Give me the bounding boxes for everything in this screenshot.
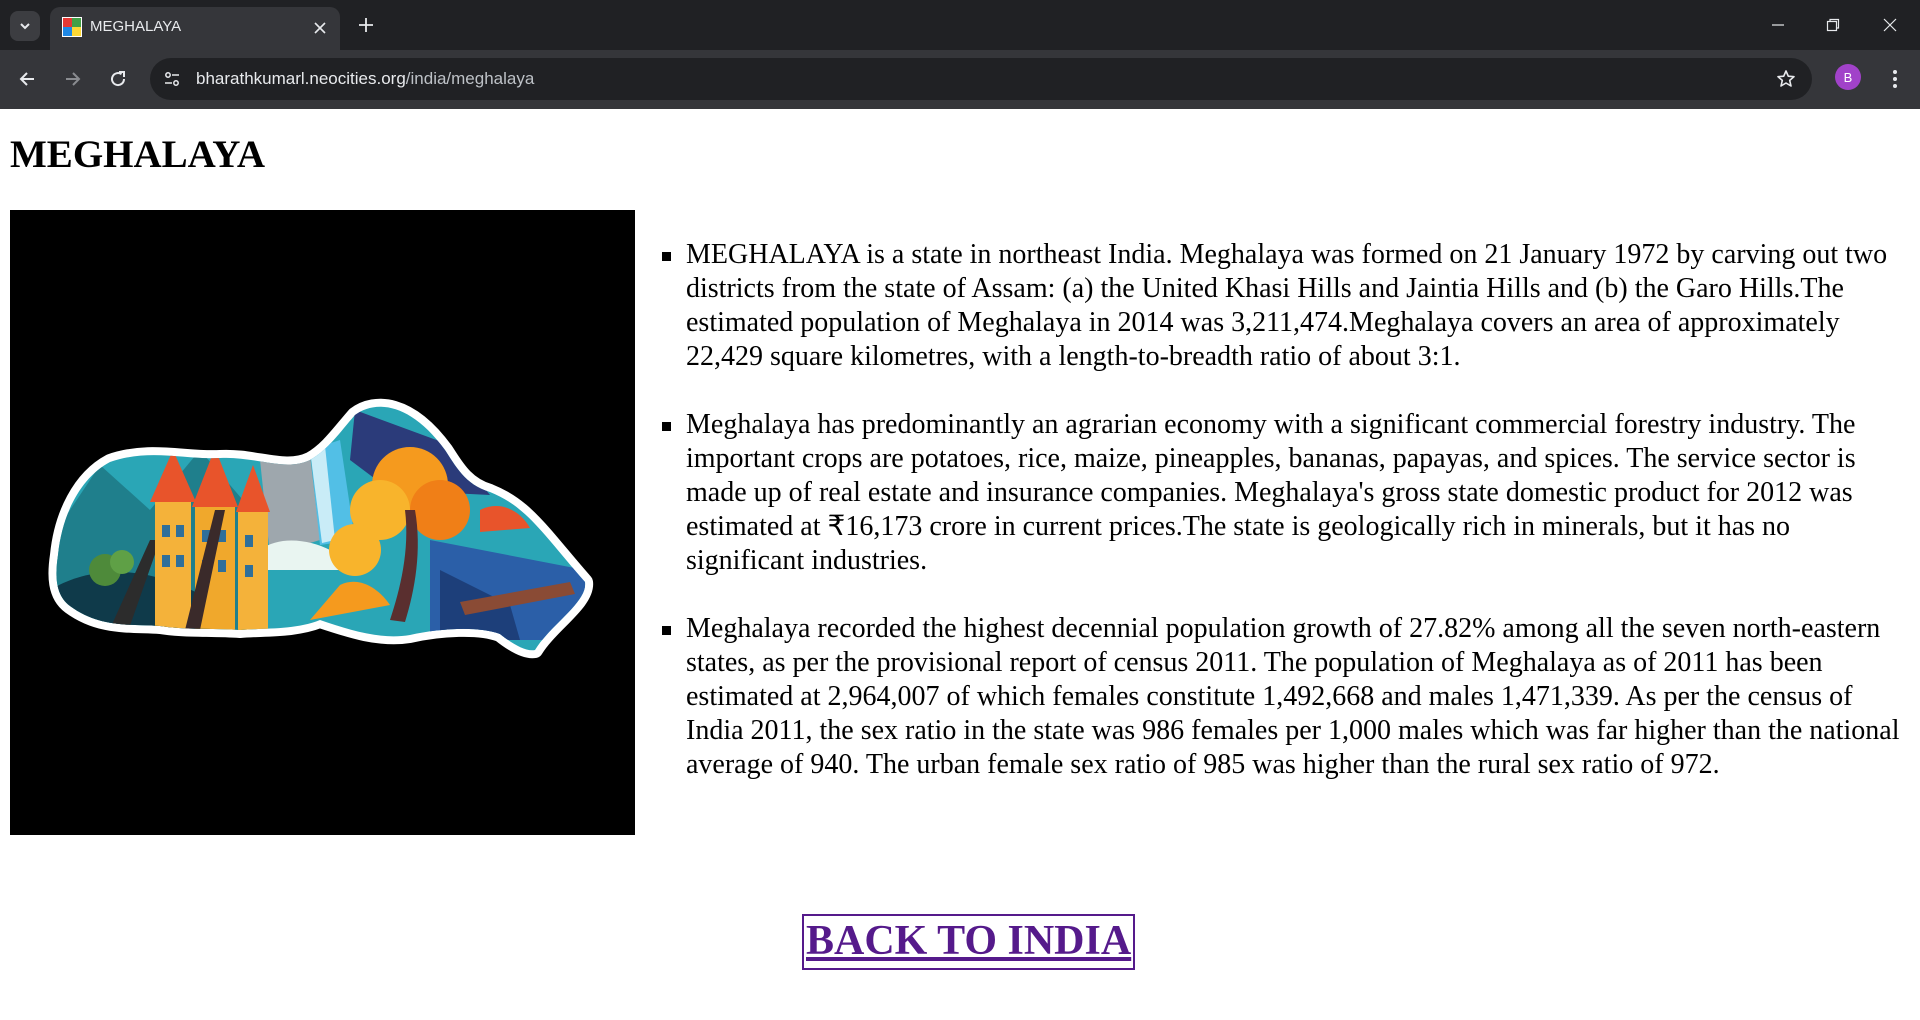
site-info-button[interactable] — [160, 67, 184, 91]
site-info-icon — [165, 72, 179, 86]
minimize-button[interactable] — [1760, 8, 1796, 42]
url-path: /india/meghalaya — [405, 69, 535, 88]
close-icon — [1883, 18, 1897, 32]
plus-icon — [359, 18, 373, 32]
profile-avatar[interactable]: B — [1835, 64, 1861, 90]
map-favicon-icon — [62, 17, 82, 37]
restore-icon — [1826, 18, 1840, 32]
list-item: MEGHALAYA is a state in northeast India.… — [662, 238, 1908, 374]
forward-button[interactable] — [56, 62, 90, 96]
tab-strip: MEGHALAYA — [0, 0, 1920, 50]
list-item: Meghalaya recorded the highest decennial… — [662, 612, 1908, 782]
new-tab-button[interactable] — [352, 11, 380, 39]
close-window-button[interactable] — [1872, 8, 1908, 42]
reload-button[interactable] — [101, 62, 135, 96]
kebab-menu-icon — [1893, 70, 1897, 88]
back-button[interactable] — [10, 62, 44, 96]
close-icon — [314, 22, 326, 34]
restore-button[interactable] — [1815, 8, 1851, 42]
address-bar[interactable]: bharathkumarl.neocities.org/india/meghal… — [150, 58, 1812, 100]
content-section: MEGHALAYA is a state in northeast India.… — [662, 238, 1908, 816]
chevron-down-icon — [20, 23, 30, 30]
tab-close-button[interactable] — [308, 16, 332, 40]
list-item: Meghalaya has predominantly an agrarian … — [662, 408, 1908, 578]
star-icon — [1777, 70, 1795, 87]
minimize-icon — [1772, 24, 1784, 26]
browser-tab[interactable]: MEGHALAYA — [50, 7, 340, 50]
back-arrow-icon — [19, 72, 34, 86]
browser-menu-button[interactable] — [1880, 62, 1910, 96]
url-text: bharathkumarl.neocities.org/india/meghal… — [196, 69, 534, 89]
browser-toolbar: bharathkumarl.neocities.org/india/meghal… — [0, 50, 1920, 109]
page-title: MEGHALAYA — [10, 133, 266, 176]
tab-title: MEGHALAYA — [90, 18, 182, 35]
url-host: bharathkumarl.neocities.org — [196, 69, 406, 88]
meghalaya-illustration — [48, 398, 594, 659]
meghalaya-map-image — [10, 210, 635, 835]
forward-arrow-icon — [66, 72, 81, 86]
reload-icon — [111, 71, 126, 87]
tab-search-button[interactable] — [10, 11, 40, 41]
bookmark-button[interactable] — [1774, 67, 1798, 91]
back-to-india-link[interactable]: BACK TO INDIA — [802, 914, 1136, 970]
info-list: MEGHALAYA is a state in northeast India.… — [662, 238, 1908, 782]
